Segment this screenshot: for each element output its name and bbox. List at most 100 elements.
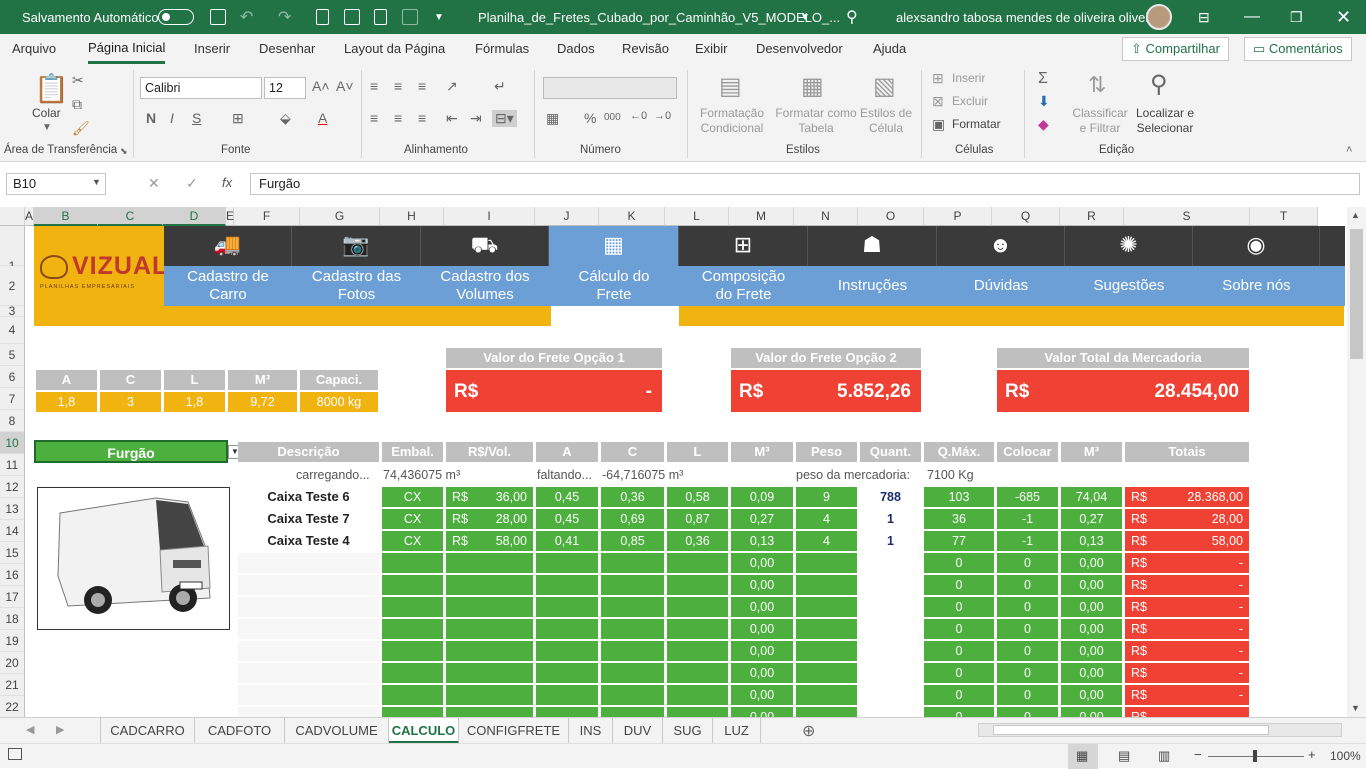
orientation-icon[interactable]: ↗ [446, 78, 458, 95]
column-header[interactable]: K [599, 207, 665, 226]
column-header[interactable]: P [924, 207, 992, 226]
tab-dados[interactable]: Dados [557, 34, 595, 64]
item-price[interactable] [446, 553, 533, 573]
underline-icon[interactable]: S [192, 110, 201, 126]
item-packaging[interactable] [382, 619, 443, 639]
item-dim-a[interactable] [536, 597, 598, 617]
nav-button-3[interactable]: ⛟ Cadastro dos Volumes [421, 226, 549, 306]
item-description[interactable] [238, 663, 379, 683]
item-weight[interactable] [796, 553, 857, 573]
item-description[interactable] [238, 707, 379, 717]
column-header[interactable]: S [1124, 207, 1250, 226]
enter-icon[interactable]: ✓ [186, 175, 198, 192]
delete-cells-icon[interactable]: ⊠ [932, 93, 944, 110]
conditional-format-label[interactable]: Formatação Condicional [694, 106, 770, 136]
item-dim-a[interactable] [536, 663, 598, 683]
row-header[interactable]: 15 [0, 542, 25, 564]
column-header[interactable]: G [300, 207, 380, 226]
restore-icon[interactable]: ❐ [1290, 0, 1303, 34]
item-description[interactable] [238, 641, 379, 661]
nav-button-7[interactable]: ☻ Dúvidas [937, 226, 1065, 306]
sheet-tab-duv[interactable]: DUV [613, 718, 663, 744]
item-packaging[interactable] [382, 575, 443, 595]
item-dim-l[interactable]: 0,58 [667, 487, 728, 507]
item-weight[interactable]: 4 [796, 509, 857, 529]
item-dim-c[interactable] [601, 663, 664, 683]
item-dim-l[interactable] [667, 641, 728, 661]
filename-dropdown-icon[interactable]: ▼ [800, 0, 810, 34]
item-price[interactable]: R$ 36,00 [446, 487, 533, 507]
item-packaging[interactable] [382, 597, 443, 617]
font-size-select[interactable]: 12 [264, 77, 306, 99]
row-header[interactable]: 17 [0, 586, 25, 608]
borders-icon[interactable]: ⊞ [232, 110, 244, 127]
item-weight[interactable] [796, 597, 857, 617]
font-color-icon[interactable]: A [318, 110, 327, 126]
item-price[interactable] [446, 641, 533, 661]
sort-filter-icon[interactable]: ⇅ [1088, 72, 1106, 98]
name-box-dropdown-icon[interactable]: ▼ [92, 177, 101, 187]
format-table-icon[interactable]: ▦ [801, 72, 824, 101]
row-header[interactable]: 7 [0, 388, 25, 410]
undo-icon[interactable]: ↶ [240, 0, 253, 34]
delete-label[interactable]: Excluir [952, 94, 988, 109]
macro-record-icon[interactable] [8, 748, 22, 760]
row-header[interactable]: 19 [0, 630, 25, 652]
item-dim-c[interactable]: 0,69 [601, 509, 664, 529]
item-weight[interactable] [796, 641, 857, 661]
align-top-icon[interactable]: ≡ [370, 78, 378, 94]
tab-inserir[interactable]: Inserir [194, 34, 230, 64]
tab-revisao[interactable]: Revisão [622, 34, 669, 64]
item-dim-a[interactable]: 0,41 [536, 531, 598, 551]
column-header[interactable]: D [163, 207, 226, 226]
fill-icon[interactable]: ⬇ [1038, 93, 1050, 110]
zoom-out-icon[interactable]: − [1194, 747, 1202, 762]
decrease-decimal-icon[interactable]: →0 [654, 110, 671, 122]
item-dim-a[interactable] [536, 575, 598, 595]
item-dim-l[interactable] [667, 553, 728, 573]
clipboard-icon[interactable]: 📋 [34, 72, 69, 105]
bold-icon[interactable]: N [146, 110, 156, 126]
item-dim-l[interactable] [667, 575, 728, 595]
item-quantity[interactable] [860, 575, 921, 595]
prev-sheet-icon[interactable]: ◀ [26, 723, 34, 736]
column-header[interactable]: H [380, 207, 444, 226]
nav-button-9[interactable]: ◉ Sobre nós [1193, 226, 1320, 306]
item-dim-c[interactable] [601, 707, 664, 717]
item-quantity[interactable]: 788 [860, 487, 921, 507]
item-dim-c[interactable] [601, 641, 664, 661]
item-dim-a[interactable]: 0,45 [536, 509, 598, 529]
column-header[interactable]: O [858, 207, 924, 226]
item-weight[interactable] [796, 707, 857, 717]
sheet-tab-cadvolume[interactable]: CADVOLUME [285, 718, 389, 744]
item-quantity[interactable] [860, 553, 921, 573]
item-weight[interactable]: 9 [796, 487, 857, 507]
item-dim-c[interactable] [601, 553, 664, 573]
vehicle-select[interactable]: Furgão [34, 440, 228, 463]
h-scroll-thumb[interactable] [993, 725, 1269, 735]
tab-pagina-inicial[interactable]: Página Inicial [88, 34, 166, 64]
format-label[interactable]: Formatar [952, 117, 1001, 132]
paste-dropdown-icon[interactable]: ▼ [42, 122, 52, 133]
item-packaging[interactable] [382, 663, 443, 683]
item-dim-l[interactable]: 0,36 [667, 531, 728, 551]
tab-arquivo[interactable]: Arquivo [12, 34, 56, 64]
tab-formulas[interactable]: Fórmulas [475, 34, 529, 64]
accounting-format-icon[interactable]: ▦ [546, 110, 559, 127]
sheet-tab-cadcarro[interactable]: CADCARRO [101, 718, 195, 744]
number-format-select[interactable] [543, 77, 677, 99]
item-packaging[interactable]: CX [382, 509, 443, 529]
print-icon[interactable] [344, 9, 360, 25]
row-header[interactable]: 10 [0, 432, 25, 454]
sheet-tab-sug[interactable]: SUG [663, 718, 713, 744]
align-right-icon[interactable]: ≡ [418, 110, 426, 126]
item-dim-l[interactable]: 0,87 [667, 509, 728, 529]
tab-desenhar[interactable]: Desenhar [259, 34, 315, 64]
column-header[interactable]: B [34, 207, 98, 226]
item-description[interactable]: Caixa Teste 7 [238, 509, 379, 529]
insert-function-icon[interactable]: fx [222, 175, 232, 190]
close-icon[interactable]: ✕ [1336, 0, 1351, 34]
sheet-tab-calculo[interactable]: CALCULO [389, 718, 459, 744]
decrease-font-icon[interactable]: A˅ [336, 78, 354, 94]
autosave-toggle[interactable] [158, 9, 194, 25]
